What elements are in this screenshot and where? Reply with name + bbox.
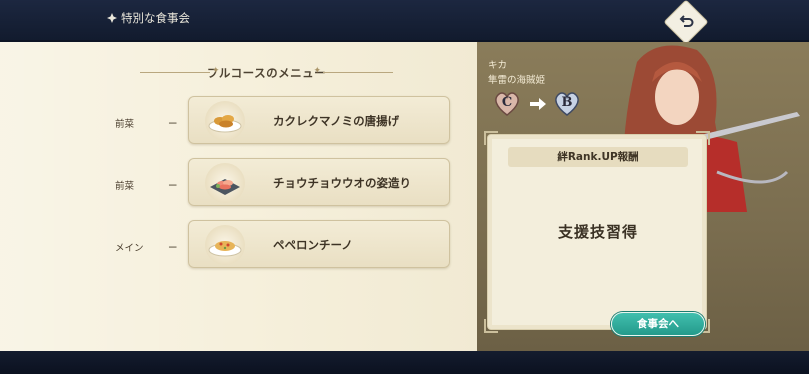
frame-corner <box>484 319 498 333</box>
reward-header: 絆Rank.UP報酬 <box>508 147 688 167</box>
reward-box: 絆Rank.UP報酬 支援技習得 <box>484 131 710 333</box>
back-button[interactable] <box>663 0 709 45</box>
bottom-bar <box>0 351 809 374</box>
screen-title: 特別な食事会 <box>106 10 190 26</box>
character-title: 隼雷の海賊姫 <box>488 75 546 86</box>
menu-title: フルコースのメニュー <box>206 66 327 80</box>
back-arrow-icon <box>679 15 694 27</box>
ornament-icon: ✦ <box>212 66 220 76</box>
dish-card-karaage[interactable]: カクレクマノミの唐揚げ <box>188 96 450 144</box>
divider <box>140 72 210 73</box>
divider <box>323 72 393 73</box>
arrow-right-icon <box>530 98 546 110</box>
course-row: メイン ー ペペロンチーノ <box>0 220 477 270</box>
course-dash: ー <box>168 243 178 254</box>
course-label: 前菜 <box>115 119 135 130</box>
rank-badge-to: B <box>553 91 581 117</box>
course-label: メイン <box>115 243 144 254</box>
course-row: 前菜 ー カクレクマノミの唐揚げ <box>0 96 477 146</box>
screen-title-text: 特別な食事会 <box>121 11 190 25</box>
frame-corner <box>696 131 710 145</box>
course-row: 前菜 ー チョウチョウウオの姿造り <box>0 158 477 208</box>
fleur-icon <box>107 13 117 23</box>
go-to-meal-button[interactable]: 食事会へ <box>611 312 705 336</box>
ornament-icon: ✦ <box>313 66 321 76</box>
character-panel: キカ 隼雷の海賊姫 C B 絆Rank.UP報酬 支援技習得 食事会へ <box>477 42 809 351</box>
frame-corner <box>484 131 498 145</box>
rank-badge-from: C <box>493 91 521 117</box>
top-bar: 特別な食事会 <box>0 0 809 45</box>
menu-header: ✦ フルコースのメニュー ✦ <box>140 62 393 84</box>
character-name: キカ <box>488 60 508 71</box>
rank-letter: C <box>501 95 513 110</box>
course-dash: ー <box>168 181 178 192</box>
rank-letter: B <box>561 95 573 110</box>
sashimi-plate-icon <box>205 163 245 203</box>
dish-card-sashimi[interactable]: チョウチョウウオの姿造り <box>188 158 450 206</box>
reward-text: 支援技習得 <box>557 223 638 241</box>
fried-fish-dish-icon <box>205 101 245 141</box>
dish-name: ペペロンチーノ <box>273 238 353 252</box>
dish-name: カクレクマノミの唐揚げ <box>273 114 400 128</box>
course-label: 前菜 <box>115 181 135 192</box>
dish-name: チョウチョウウオの姿造り <box>273 176 411 190</box>
course-dash: ー <box>168 119 178 130</box>
pasta-plate-icon <box>205 225 245 265</box>
menu-panel: ✦ フルコースのメニュー ✦ 前菜 ー カクレクマノミの唐揚げ 前菜 ー チョウ… <box>0 42 477 351</box>
dish-card-peperoncino[interactable]: ペペロンチーノ <box>188 220 450 268</box>
